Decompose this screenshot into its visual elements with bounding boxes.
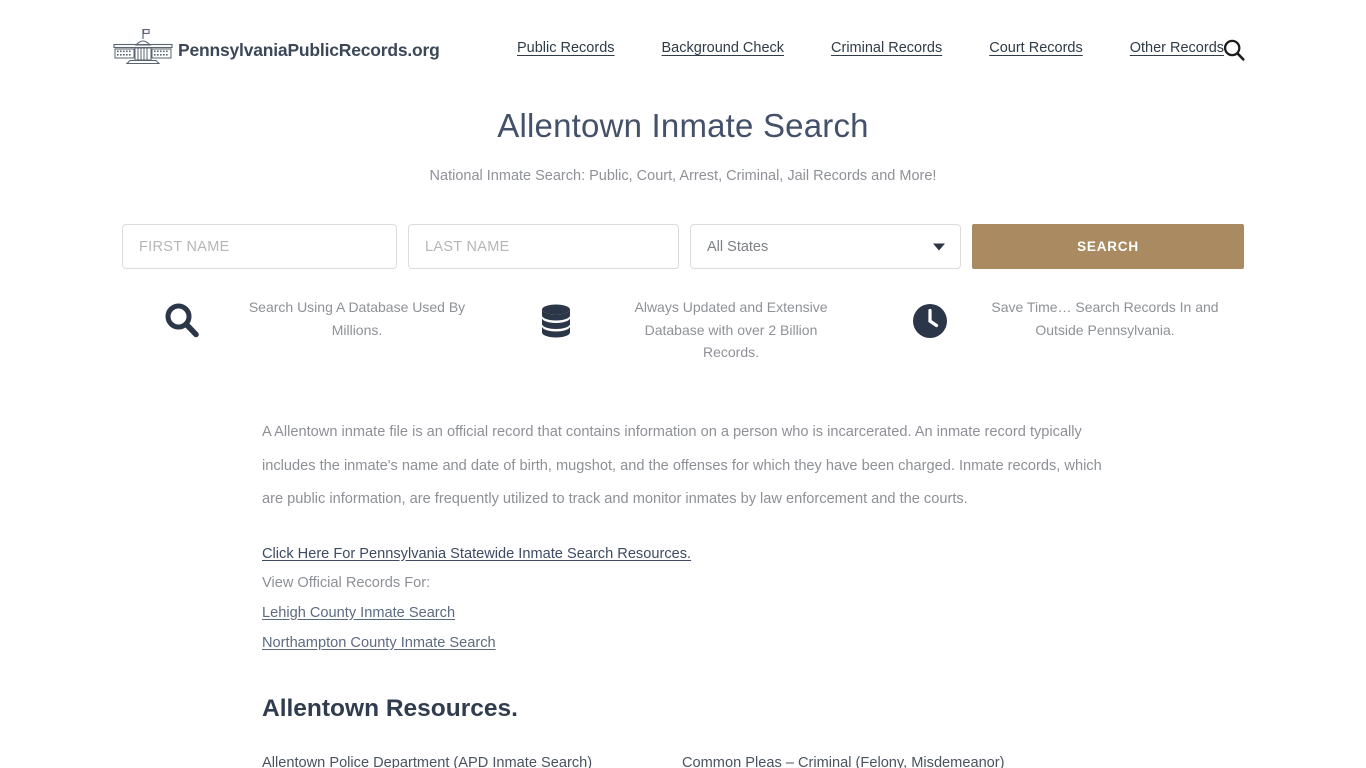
main-navigation: Public Records Background Check Criminal… bbox=[517, 40, 1224, 56]
inmate-search-form: All States SEARCH bbox=[122, 224, 1244, 269]
database-icon bbox=[496, 296, 616, 342]
feature-text: Search Using A Database Used By Millions… bbox=[248, 299, 466, 338]
feature-text: Always Updated and Extensive Database wi… bbox=[634, 299, 828, 360]
resources-column-left: Allentown Police Department (APD Inmate … bbox=[262, 752, 682, 768]
page-subtitle: National Inmate Search: Public, Court, A… bbox=[429, 168, 937, 184]
magnifier-icon bbox=[122, 296, 242, 342]
resource-item-common-pleas-criminal[interactable]: Common Pleas – Criminal (Felony, Misdeme… bbox=[682, 752, 1102, 768]
capitol-building-icon bbox=[112, 28, 174, 71]
nav-item-background-check[interactable]: Background Check bbox=[662, 40, 785, 56]
last-name-input[interactable] bbox=[408, 224, 679, 269]
state-select-wrapper: All States bbox=[690, 224, 961, 269]
resource-item-apd-inmate-search[interactable]: Allentown Police Department (APD Inmate … bbox=[262, 752, 682, 768]
logo-text: PennsylvaniaPublicRecords.org bbox=[178, 39, 440, 60]
feature-item-save-time: Save Time… Search Records In and Outside… bbox=[870, 296, 1244, 364]
state-select-value: All States bbox=[707, 238, 769, 255]
resources-column-right: Common Pleas – Criminal (Felony, Misdeme… bbox=[682, 752, 1102, 768]
resources-heading: Allentown Resources. bbox=[262, 695, 518, 722]
page-root: PennsylvaniaPublicRecords.org Public Rec… bbox=[0, 0, 1366, 768]
feature-item-updated-database: Always Updated and Extensive Database wi… bbox=[496, 296, 870, 364]
resources-grid: Allentown Police Department (APD Inmate … bbox=[262, 752, 1102, 768]
statewide-resources-link[interactable]: Click Here For Pennsylvania Statewide In… bbox=[262, 546, 691, 562]
view-official-records-label: View Official Records For: bbox=[262, 574, 431, 591]
intro-paragraph: A Allentown inmate file is an official r… bbox=[262, 424, 1102, 507]
site-logo[interactable]: PennsylvaniaPublicRecords.org bbox=[112, 28, 440, 71]
article-content: A Allentown inmate file is an official r… bbox=[262, 416, 1102, 651]
site-header: PennsylvaniaPublicRecords.org Public Rec… bbox=[0, 0, 1366, 96]
page-title: Allentown Inmate Search bbox=[497, 107, 869, 144]
lehigh-county-inmate-search-link[interactable]: Lehigh County Inmate Search bbox=[262, 605, 1102, 621]
first-name-input[interactable] bbox=[122, 224, 397, 269]
nav-item-court-records[interactable]: Court Records bbox=[989, 40, 1082, 56]
northampton-county-inmate-search-link[interactable]: Northampton County Inmate Search bbox=[262, 635, 1102, 651]
nav-item-other-records[interactable]: Other Records bbox=[1130, 40, 1224, 56]
clock-icon bbox=[870, 296, 990, 342]
nav-item-public-records[interactable]: Public Records bbox=[517, 40, 615, 56]
search-icon[interactable] bbox=[1222, 38, 1246, 62]
nav-item-criminal-records[interactable]: Criminal Records bbox=[831, 40, 942, 56]
search-button[interactable]: SEARCH bbox=[972, 224, 1244, 269]
state-select[interactable]: All States bbox=[690, 224, 961, 269]
feature-highlights: Search Using A Database Used By Millions… bbox=[122, 296, 1244, 364]
feature-text: Save Time… Search Records In and Outside… bbox=[991, 299, 1219, 338]
feature-item-database-millions: Search Using A Database Used By Millions… bbox=[122, 296, 496, 364]
